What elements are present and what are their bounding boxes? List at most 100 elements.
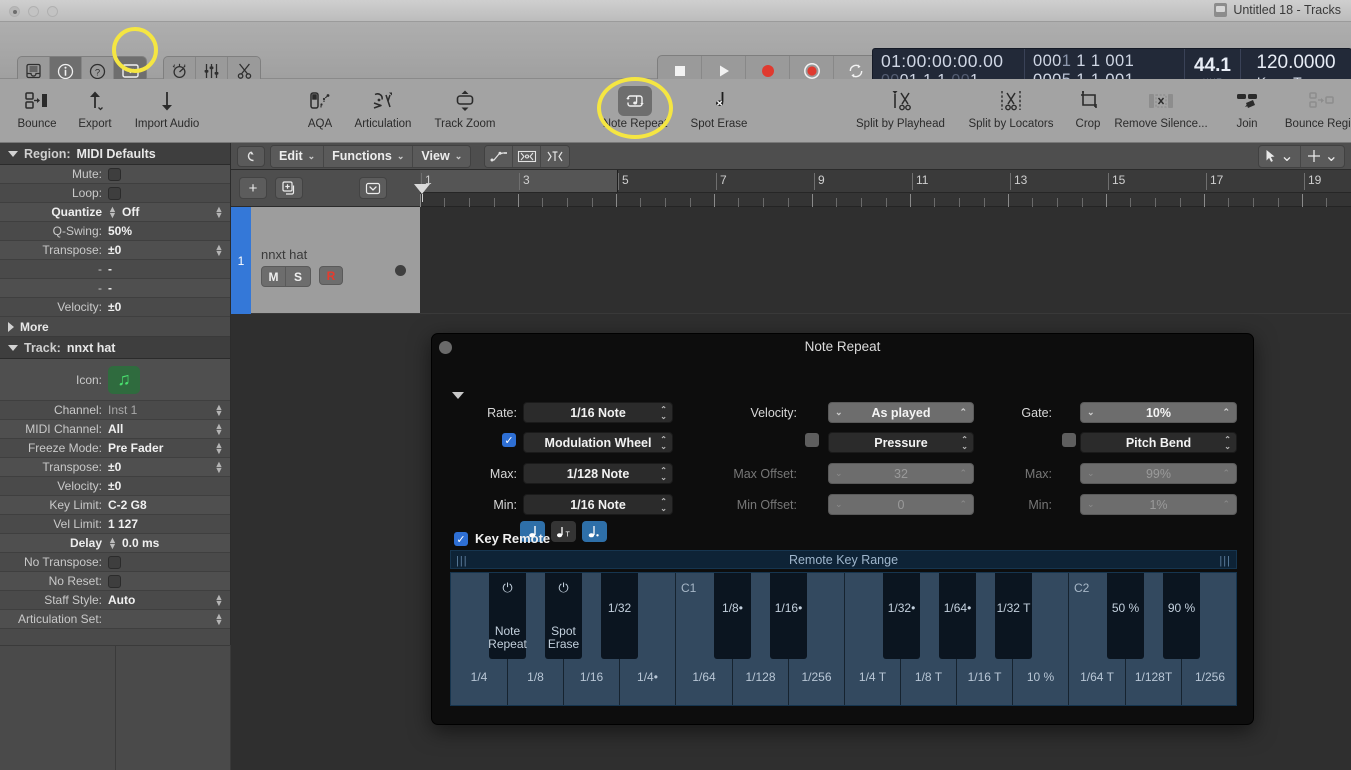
- black-key[interactable]: 1/8•: [714, 573, 751, 659]
- edit-menu[interactable]: Edit ⌄: [271, 145, 325, 167]
- inspector-row-blank1[interactable]: - -: [0, 260, 230, 279]
- toolbar-remove-silence[interactable]: Remove Silence...: [1113, 85, 1209, 130]
- chevron-down-icon[interactable]: ⌄: [1325, 146, 1338, 166]
- modulation-wheel-field[interactable]: Modulation Wheel ⌃ ⌄: [523, 432, 673, 453]
- inspector-row-icon[interactable]: Icon: ♫: [0, 359, 230, 401]
- max-offset-field[interactable]: ⌄ 32 ⌃: [828, 463, 974, 484]
- inspector-row-vel-limit[interactable]: Vel Limit: 1 127: [0, 515, 230, 534]
- toolbar-export[interactable]: Export: [58, 85, 132, 130]
- black-key[interactable]: 1/32•: [883, 573, 920, 659]
- pointer-tool[interactable]: ⌄: [1259, 145, 1301, 167]
- chevron-updown-icon[interactable]: ▲ ▼: [214, 460, 224, 475]
- chevron-up-icon[interactable]: ⌃: [959, 407, 967, 418]
- inspector-row-quantize[interactable]: Quantize ▲ ▼ Off ▲ ▼: [0, 203, 230, 222]
- stepper-icon[interactable]: ⌃ ⌄: [961, 436, 968, 451]
- drag-handle-right[interactable]: |||: [1219, 555, 1231, 567]
- inspector-row-mute[interactable]: Mute:: [0, 165, 230, 184]
- chevron-down-icon[interactable]: ⌄: [835, 468, 843, 479]
- chevron-up-icon[interactable]: ⌃: [959, 499, 967, 510]
- toolbar-bounce-region[interactable]: Bounce Regio: [1278, 85, 1351, 130]
- region-inspector-header[interactable]: Region: MIDI Defaults: [0, 143, 230, 165]
- no-transpose-checkbox[interactable]: [108, 555, 121, 569]
- black-key[interactable]: 1/32 T: [995, 573, 1032, 659]
- view-menu[interactable]: View ⌄: [413, 145, 471, 167]
- chevron-down-icon[interactable]: ⌄: [1087, 407, 1095, 418]
- channel-strip-slot[interactable]: [116, 646, 231, 770]
- chevron-updown-icon[interactable]: ▲ ▼: [214, 403, 224, 418]
- inspector-row-staff-style[interactable]: Staff Style: Auto ▲ ▼: [0, 591, 230, 610]
- chevron-down-icon[interactable]: ⌄: [1280, 146, 1293, 166]
- pressure-checkbox[interactable]: [805, 433, 819, 447]
- chevron-down-icon[interactable]: ⌄: [1087, 468, 1095, 479]
- zoom-window-button[interactable]: [47, 6, 58, 17]
- pitch-bend-field[interactable]: Pitch Bend ⌃ ⌄: [1080, 432, 1237, 453]
- track-inspector-header[interactable]: Track: nnxt hat: [0, 337, 230, 359]
- automation-icon[interactable]: [485, 145, 514, 167]
- minimize-window-button[interactable]: [28, 6, 39, 17]
- toolbar-join[interactable]: Join: [1210, 85, 1284, 130]
- chevron-up-icon[interactable]: ⌃: [959, 468, 967, 479]
- inspector-row-track-transpose[interactable]: Transpose: ±0 ▲ ▼: [0, 458, 230, 477]
- chevron-updown-icon[interactable]: ▲ ▼: [214, 612, 224, 627]
- stepper-icon[interactable]: ⌃ ⌄: [660, 498, 667, 513]
- inspector-row-loop[interactable]: Loop:: [0, 184, 230, 203]
- gate-field[interactable]: ⌄ 10% ⌃: [1080, 402, 1237, 423]
- track-header[interactable]: 1 nnxt hat M S R: [231, 207, 420, 314]
- stepper-icon[interactable]: ⌃ ⌄: [660, 406, 667, 421]
- mute-button[interactable]: M: [262, 267, 286, 286]
- gate-max-field[interactable]: ⌄ 99% ⌃: [1080, 463, 1237, 484]
- toolbar-split-by-locators[interactable]: Split by Locators: [967, 85, 1055, 130]
- stepper-icon[interactable]: ▲ ▼: [108, 536, 117, 551]
- disclosure-triangle-icon[interactable]: [8, 344, 18, 351]
- triplet-note-button[interactable]: T: [551, 521, 576, 542]
- stepper-icon[interactable]: ▲ ▼: [108, 205, 117, 220]
- inspector-row-channel[interactable]: Channel: Inst 1 ▲ ▼: [0, 401, 230, 420]
- snap-icon[interactable]: [541, 145, 570, 167]
- record-enable-button[interactable]: R: [319, 266, 343, 285]
- velocity-field[interactable]: ⌄ As played ⌃: [828, 402, 974, 423]
- chevron-up-icon[interactable]: ⌃: [1222, 468, 1230, 479]
- inspector-row-velocity[interactable]: Velocity: ±0: [0, 298, 230, 317]
- track-input-monitor-dot[interactable]: [395, 265, 406, 276]
- inspector-more-toggle[interactable]: More: [0, 317, 230, 337]
- chevron-down-icon[interactable]: ⌄: [835, 499, 843, 510]
- inspector-row-track-velocity[interactable]: Velocity: ±0: [0, 477, 230, 496]
- black-key-note-repeat[interactable]: ⏻ Note Repeat: [488, 573, 527, 659]
- inspector-row-qswing[interactable]: Q-Swing: 50%: [0, 222, 230, 241]
- inspector-row-transpose[interactable]: Transpose: ±0 ▲ ▼: [0, 241, 230, 260]
- disclosure-triangle-icon[interactable]: [452, 392, 464, 399]
- flex-icon[interactable]: [513, 145, 542, 167]
- pitch-bend-checkbox[interactable]: [1062, 433, 1076, 447]
- music-note-icon[interactable]: ♫: [108, 365, 140, 394]
- marquee-tool[interactable]: ⌄: [1301, 146, 1344, 167]
- beat-ruler[interactable]: [420, 193, 1351, 207]
- toolbar-import-audio[interactable]: Import Audio: [130, 85, 204, 130]
- duplicate-track-button[interactable]: [275, 177, 303, 199]
- black-key[interactable]: 1/64•: [939, 573, 976, 659]
- mute-checkbox[interactable]: [108, 167, 121, 181]
- drag-handle-left[interactable]: |||: [456, 555, 468, 567]
- loop-checkbox[interactable]: [108, 186, 121, 200]
- black-key-spot-erase[interactable]: ⏻ Spot Erase: [545, 573, 582, 659]
- gate-min-field[interactable]: ⌄ 1% ⌃: [1080, 494, 1237, 515]
- toolbar-note-repeat[interactable]: Note Repeat: [598, 85, 672, 130]
- chevron-updown-icon[interactable]: ▲ ▼: [214, 422, 224, 437]
- chevron-updown-icon[interactable]: ▲ ▼: [214, 593, 224, 608]
- chevron-updown-icon[interactable]: ▲ ▼: [214, 243, 224, 258]
- toolbar-spot-erase[interactable]: Spot Erase: [682, 85, 756, 130]
- track-header-config-button[interactable]: [359, 177, 387, 199]
- toolbar-track-zoom[interactable]: Track Zoom: [428, 85, 502, 130]
- remote-key-range-bar[interactable]: ||| Remote Key Range |||: [450, 550, 1237, 569]
- chevron-down-icon[interactable]: ⌄: [1087, 499, 1095, 510]
- inspector-row-freeze-mode[interactable]: Freeze Mode: Pre Fader ▲ ▼: [0, 439, 230, 458]
- pressure-field[interactable]: Pressure ⌃ ⌄: [828, 432, 974, 453]
- stepper-icon[interactable]: ⌃ ⌄: [660, 436, 667, 451]
- inspector-row-midi-channel[interactable]: MIDI Channel: All ▲ ▼: [0, 420, 230, 439]
- add-track-button[interactable]: +: [239, 177, 267, 199]
- channel-strip-slot[interactable]: [0, 646, 116, 770]
- toolbar-split-by-playhead[interactable]: Split by Playhead: [856, 85, 945, 130]
- stepper-icon[interactable]: ⌃ ⌄: [660, 467, 667, 482]
- undo-arrow-icon[interactable]: [237, 145, 265, 167]
- chevron-up-icon[interactable]: ⌃: [1222, 499, 1230, 510]
- dotted-note-button[interactable]: [582, 521, 607, 542]
